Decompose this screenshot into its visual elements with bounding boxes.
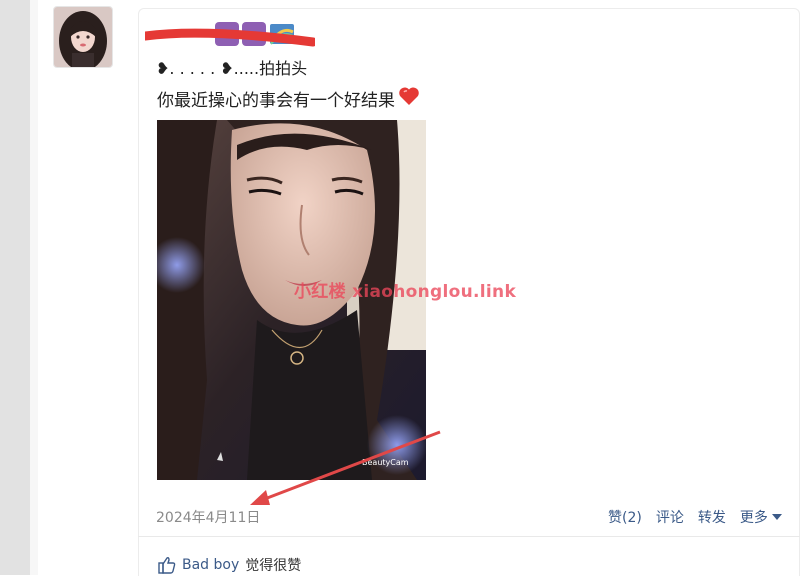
likes-summary: Bad boy 觉得很赞	[158, 555, 301, 575]
username-redacted[interactable]	[140, 18, 318, 50]
likes-suffix: 觉得很赞	[245, 558, 302, 574]
liked-user-link[interactable]: Bad boy	[182, 557, 239, 573]
more-button[interactable]: 更多	[740, 507, 782, 527]
divider	[138, 536, 800, 537]
like-button[interactable]: 赞(2)	[608, 507, 642, 527]
comment-button[interactable]: 评论	[656, 507, 684, 527]
left-edge	[30, 0, 38, 575]
left-gutter	[0, 0, 30, 575]
avatar-image	[54, 7, 112, 67]
post-text-line1: ❥. . . . . ❥.....拍拍头	[156, 59, 308, 78]
chevron-down-icon	[771, 514, 782, 520]
post-actions: 赞(2) 评论 转发 更多	[608, 507, 782, 527]
watermark: 小红楼 xiaohonglou.link	[294, 282, 517, 302]
heart-icon	[397, 84, 421, 113]
more-button-label: 更多	[739, 510, 768, 526]
thumbs-up-icon	[158, 557, 176, 574]
post-text-line2: 你最近操心的事会有一个好结果	[157, 84, 421, 113]
post-text-line2-text: 你最近操心的事会有一个好结果	[157, 91, 395, 111]
avatar[interactable]	[53, 6, 113, 68]
post-date[interactable]: 2024年4月11日	[156, 507, 260, 527]
name-badges	[140, 22, 318, 47]
repost-button[interactable]: 转发	[698, 507, 726, 527]
photo-caption: BeautyCam	[362, 458, 409, 467]
